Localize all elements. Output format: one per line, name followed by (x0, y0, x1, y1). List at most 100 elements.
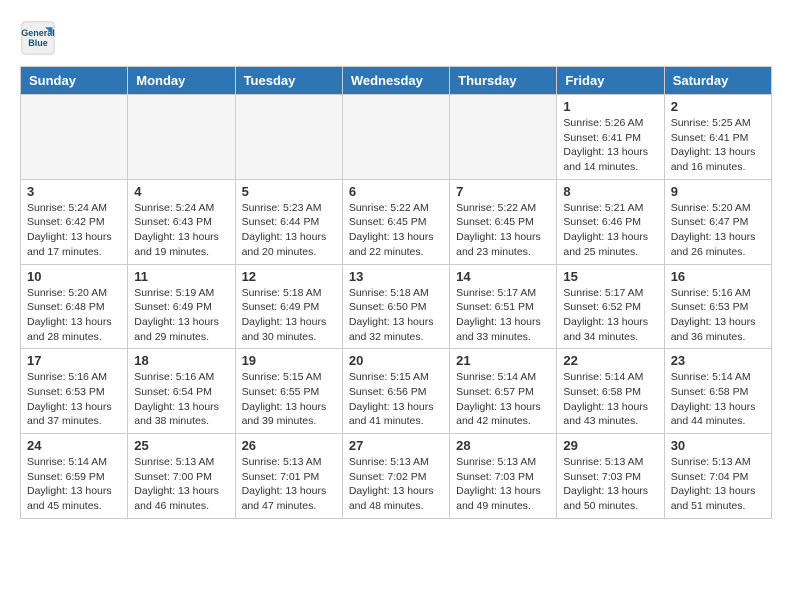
calendar-cell: 12Sunrise: 5:18 AM Sunset: 6:49 PM Dayli… (235, 264, 342, 349)
day-info: Sunrise: 5:17 AM Sunset: 6:51 PM Dayligh… (456, 286, 550, 345)
day-number: 8 (563, 184, 657, 199)
day-info: Sunrise: 5:25 AM Sunset: 6:41 PM Dayligh… (671, 116, 765, 175)
calendar-week-row: 3 Sunrise: 5:24 AM Sunset: 6:42 PM Daylig… (21, 179, 772, 264)
calendar-header-row: SundayMondayTuesdayWednesdayThursdayFrid… (21, 67, 772, 95)
calendar-cell: 25Sunrise: 5:13 AM Sunset: 7:00 PM Dayli… (128, 434, 235, 519)
day-number: 11 (134, 269, 228, 284)
calendar-week-row: 17 Sunrise: 5:16 AM Sunset: 6:53 PM Dayli… (21, 349, 772, 434)
day-number: 3 (27, 184, 121, 199)
day-info: Sunrise: 5:15 AM Sunset: 6:55 PM Dayligh… (242, 370, 336, 429)
svg-text:Blue: Blue (28, 38, 48, 48)
day-info: Sunrise: 5:19 AM Sunset: 6:49 PM Dayligh… (134, 286, 228, 345)
day-number: 4 (134, 184, 228, 199)
weekday-header: Saturday (664, 67, 771, 95)
day-info: Sunrise: 5:24 AM Sunset: 6:43 PM Dayligh… (134, 201, 228, 260)
calendar-week-row: 24 Sunrise: 5:14 AM Sunset: 6:59 PM Dayli… (21, 434, 772, 519)
calendar-cell: 5Sunrise: 5:23 AM Sunset: 6:44 PM Daylig… (235, 179, 342, 264)
day-info: Sunrise: 5:13 AM Sunset: 7:02 PM Dayligh… (349, 455, 443, 514)
logo-icon: General Blue (20, 20, 56, 56)
calendar-cell (235, 95, 342, 180)
day-info: Sunrise: 5:22 AM Sunset: 6:45 PM Dayligh… (349, 201, 443, 260)
day-number: 28 (456, 438, 550, 453)
weekday-header: Thursday (450, 67, 557, 95)
calendar-cell: 16 Sunrise: 5:16 AM Sunset: 6:53 PM Dayli… (664, 264, 771, 349)
calendar-week-row: 10 Sunrise: 5:20 AM Sunset: 6:48 PM Dayli… (21, 264, 772, 349)
calendar-cell: 14 Sunrise: 5:17 AM Sunset: 6:51 PM Dayli… (450, 264, 557, 349)
day-number: 14 (456, 269, 550, 284)
day-number: 17 (27, 353, 121, 368)
day-number: 22 (563, 353, 657, 368)
calendar-cell: 4 Sunrise: 5:24 AM Sunset: 6:43 PM Daylig… (128, 179, 235, 264)
day-number: 13 (349, 269, 443, 284)
day-number: 9 (671, 184, 765, 199)
day-number: 24 (27, 438, 121, 453)
day-info: Sunrise: 5:14 AM Sunset: 6:58 PM Dayligh… (563, 370, 657, 429)
day-info: Sunrise: 5:24 AM Sunset: 6:42 PM Dayligh… (27, 201, 121, 260)
calendar-table: SundayMondayTuesdayWednesdayThursdayFrid… (20, 66, 772, 519)
day-number: 7 (456, 184, 550, 199)
day-info: Sunrise: 5:20 AM Sunset: 6:48 PM Dayligh… (27, 286, 121, 345)
day-number: 27 (349, 438, 443, 453)
calendar-cell: 8Sunrise: 5:21 AM Sunset: 6:46 PM Daylig… (557, 179, 664, 264)
day-number: 6 (349, 184, 443, 199)
calendar-cell: 11 Sunrise: 5:19 AM Sunset: 6:49 PM Dayli… (128, 264, 235, 349)
day-info: Sunrise: 5:14 AM Sunset: 6:59 PM Dayligh… (27, 455, 121, 514)
day-number: 2 (671, 99, 765, 114)
day-number: 25 (134, 438, 228, 453)
calendar-cell: 30 Sunrise: 5:13 AM Sunset: 7:04 PM Dayli… (664, 434, 771, 519)
calendar-cell: 13 Sunrise: 5:18 AM Sunset: 6:50 PM Dayli… (342, 264, 449, 349)
day-info: Sunrise: 5:16 AM Sunset: 6:54 PM Dayligh… (134, 370, 228, 429)
calendar-cell: 28 Sunrise: 5:13 AM Sunset: 7:03 PM Dayli… (450, 434, 557, 519)
day-info: Sunrise: 5:16 AM Sunset: 6:53 PM Dayligh… (671, 286, 765, 345)
day-number: 16 (671, 269, 765, 284)
calendar-cell (21, 95, 128, 180)
day-number: 30 (671, 438, 765, 453)
weekday-header: Monday (128, 67, 235, 95)
calendar-cell: 23 Sunrise: 5:14 AM Sunset: 6:58 PM Dayli… (664, 349, 771, 434)
weekday-header: Sunday (21, 67, 128, 95)
day-info: Sunrise: 5:17 AM Sunset: 6:52 PM Dayligh… (563, 286, 657, 345)
weekday-header: Tuesday (235, 67, 342, 95)
day-info: Sunrise: 5:26 AM Sunset: 6:41 PM Dayligh… (563, 116, 657, 175)
day-number: 29 (563, 438, 657, 453)
weekday-header: Wednesday (342, 67, 449, 95)
calendar-cell (450, 95, 557, 180)
calendar-cell: 20Sunrise: 5:15 AM Sunset: 6:56 PM Dayli… (342, 349, 449, 434)
calendar-cell: 7Sunrise: 5:22 AM Sunset: 6:45 PM Daylig… (450, 179, 557, 264)
weekday-header: Friday (557, 67, 664, 95)
day-number: 26 (242, 438, 336, 453)
day-number: 23 (671, 353, 765, 368)
calendar-cell: 1 Sunrise: 5:26 AM Sunset: 6:41 PM Daylig… (557, 95, 664, 180)
logo: General Blue (20, 20, 62, 56)
calendar-cell: 6 Sunrise: 5:22 AM Sunset: 6:45 PM Daylig… (342, 179, 449, 264)
calendar-cell: 21 Sunrise: 5:14 AM Sunset: 6:57 PM Dayli… (450, 349, 557, 434)
day-number: 21 (456, 353, 550, 368)
day-info: Sunrise: 5:14 AM Sunset: 6:58 PM Dayligh… (671, 370, 765, 429)
day-info: Sunrise: 5:16 AM Sunset: 6:53 PM Dayligh… (27, 370, 121, 429)
day-info: Sunrise: 5:13 AM Sunset: 7:03 PM Dayligh… (563, 455, 657, 514)
calendar-cell: 26 Sunrise: 5:13 AM Sunset: 7:01 PM Dayli… (235, 434, 342, 519)
calendar-cell: 15 Sunrise: 5:17 AM Sunset: 6:52 PM Dayli… (557, 264, 664, 349)
day-number: 5 (242, 184, 336, 199)
day-number: 15 (563, 269, 657, 284)
calendar-cell: 9 Sunrise: 5:20 AM Sunset: 6:47 PM Daylig… (664, 179, 771, 264)
page-header: General Blue (20, 20, 772, 56)
day-info: Sunrise: 5:14 AM Sunset: 6:57 PM Dayligh… (456, 370, 550, 429)
calendar-cell: 27 Sunrise: 5:13 AM Sunset: 7:02 PM Dayli… (342, 434, 449, 519)
day-number: 20 (349, 353, 443, 368)
calendar-cell: 24 Sunrise: 5:14 AM Sunset: 6:59 PM Dayli… (21, 434, 128, 519)
day-number: 10 (27, 269, 121, 284)
calendar-cell: 22 Sunrise: 5:14 AM Sunset: 6:58 PM Dayli… (557, 349, 664, 434)
calendar-cell: 3 Sunrise: 5:24 AM Sunset: 6:42 PM Daylig… (21, 179, 128, 264)
day-info: Sunrise: 5:13 AM Sunset: 7:03 PM Dayligh… (456, 455, 550, 514)
day-info: Sunrise: 5:20 AM Sunset: 6:47 PM Dayligh… (671, 201, 765, 260)
day-info: Sunrise: 5:13 AM Sunset: 7:01 PM Dayligh… (242, 455, 336, 514)
calendar-cell: 2 Sunrise: 5:25 AM Sunset: 6:41 PM Daylig… (664, 95, 771, 180)
day-number: 1 (563, 99, 657, 114)
day-info: Sunrise: 5:18 AM Sunset: 6:50 PM Dayligh… (349, 286, 443, 345)
day-info: Sunrise: 5:13 AM Sunset: 7:04 PM Dayligh… (671, 455, 765, 514)
day-number: 19 (242, 353, 336, 368)
calendar-week-row: 1 Sunrise: 5:26 AM Sunset: 6:41 PM Daylig… (21, 95, 772, 180)
day-info: Sunrise: 5:18 AM Sunset: 6:49 PM Dayligh… (242, 286, 336, 345)
calendar-cell: 10 Sunrise: 5:20 AM Sunset: 6:48 PM Dayli… (21, 264, 128, 349)
